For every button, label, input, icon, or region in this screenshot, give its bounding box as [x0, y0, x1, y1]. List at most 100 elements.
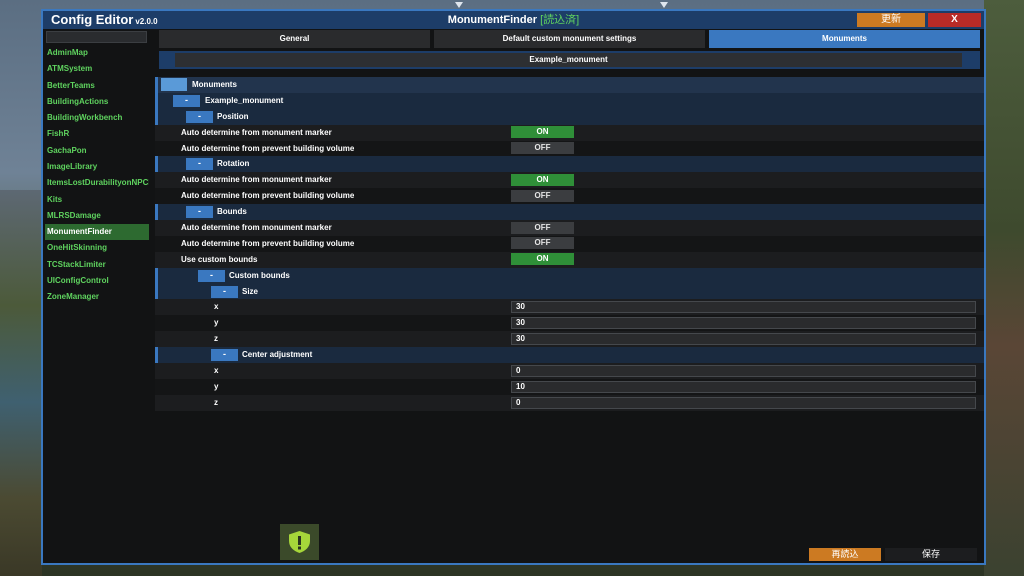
section-indicator: [155, 204, 158, 221]
section-rotation: - Rotation: [155, 156, 984, 173]
sidebar-item-tcstacklimiter[interactable]: TCStackLimiter: [45, 257, 149, 273]
sidebar-item-gachapon[interactable]: GachaPon: [45, 143, 149, 159]
section-size: - Size: [155, 283, 984, 300]
collapse-toggle[interactable]: [161, 78, 187, 91]
tab-general[interactable]: General: [159, 30, 430, 48]
compass-marker-icon: [455, 2, 463, 8]
section-label: Size: [242, 286, 259, 296]
field-row: Auto determine from prevent building vol…: [155, 140, 984, 157]
sidebar-item-mlrsdamage[interactable]: MLRSDamage: [45, 208, 149, 224]
field-label: Auto determine from monument marker: [181, 223, 332, 233]
plugin-sidebar: AdminMap ATMSystem BetterTeams BuildingActi…: [45, 30, 149, 560]
update-button[interactable]: 更新: [857, 13, 925, 27]
section-indicator: [155, 283, 158, 300]
background-terrain-left: [0, 190, 42, 576]
field-label: z: [214, 397, 218, 407]
section-indicator: [155, 156, 158, 173]
section-example-monument: - Example_monument: [155, 92, 984, 109]
field-row: Auto determine from monument marker ON: [155, 124, 984, 141]
reload-button[interactable]: 再読込: [809, 548, 881, 561]
field-row: Auto determine from monument marker OFF: [155, 220, 984, 236]
center-y-input[interactable]: 10: [511, 380, 976, 393]
toggle-switch[interactable]: ON: [511, 173, 574, 186]
collapse-toggle[interactable]: -: [211, 349, 238, 362]
section-monuments: Monuments: [155, 77, 984, 93]
section-indicator: [155, 347, 158, 364]
collapse-toggle[interactable]: -: [211, 285, 238, 298]
center-z-input[interactable]: 0: [511, 396, 976, 409]
section-label: Bounds: [217, 207, 247, 217]
size-y-input[interactable]: 30: [511, 317, 976, 330]
field-row: y 10: [155, 378, 984, 395]
title-bar: Config Editor v2.0.0 MonumentFinder [読込済]…: [43, 11, 984, 29]
collapse-toggle[interactable]: -: [186, 110, 213, 123]
field-row: Use custom bounds ON: [155, 251, 984, 268]
toggle-switch[interactable]: OFF: [511, 237, 574, 250]
sidebar-item-betterteams[interactable]: BetterTeams: [45, 78, 149, 94]
config-editor-window: Config Editor v2.0.0 MonumentFinder [読込済]…: [41, 9, 986, 565]
field-row: x 0: [155, 363, 984, 379]
section-bounds: - Bounds: [155, 204, 984, 221]
section-label: Custom bounds: [229, 270, 290, 280]
notice-badge[interactable]: [280, 524, 319, 560]
collapse-toggle[interactable]: -: [186, 158, 213, 171]
collapse-toggle[interactable]: -: [198, 269, 225, 282]
sidebar-item-monumentfinder[interactable]: MonumentFinder: [45, 224, 149, 241]
tab-monuments[interactable]: Monuments: [709, 30, 980, 48]
toggle-switch[interactable]: ON: [511, 253, 574, 266]
monument-subtab-bar: Example_monument: [159, 51, 980, 69]
plugin-title: MonumentFinder [読込済]: [43, 13, 984, 27]
compass-marker-icon: [660, 2, 668, 8]
collapse-toggle[interactable]: -: [186, 206, 213, 219]
toggle-switch[interactable]: OFF: [511, 221, 574, 234]
section-indicator: [155, 92, 158, 109]
field-label: Auto determine from prevent building vol…: [181, 143, 355, 153]
field-row: y 30: [155, 315, 984, 332]
tab-bar: General Default custom monument settings…: [159, 30, 980, 48]
section-label: Center adjustment: [242, 350, 313, 360]
center-x-input[interactable]: 0: [511, 365, 976, 378]
sidebar-item-itemslostdurabilityonnpch[interactable]: ItemsLostDurabilityonNPCH: [45, 175, 149, 191]
section-label: Position: [217, 111, 249, 121]
tab-default-custom-monument-settings[interactable]: Default custom monument settings: [434, 30, 705, 48]
section-indicator: [155, 77, 158, 93]
section-center-adjustment: - Center adjustment: [155, 347, 984, 364]
background-terrain-right: [984, 0, 1024, 576]
field-row: x 30: [155, 299, 984, 316]
sidebar-item-atmsystem[interactable]: ATMSystem: [45, 61, 149, 77]
size-x-input[interactable]: 30: [511, 301, 976, 314]
field-row: Auto determine from prevent building vol…: [155, 188, 984, 205]
plugin-name: MonumentFinder: [447, 14, 538, 26]
close-button[interactable]: X: [928, 13, 981, 27]
sidebar-item-adminmap[interactable]: AdminMap: [45, 45, 149, 61]
sidebar-item-zonemanager[interactable]: ZoneManager: [45, 289, 149, 305]
size-z-input[interactable]: 30: [511, 333, 976, 346]
section-position: - Position: [155, 108, 984, 125]
sidebar-item-imagelibrary[interactable]: ImageLibrary: [45, 159, 149, 175]
sidebar-item-buildingactions[interactable]: BuildingActions: [45, 94, 149, 110]
sidebar-item-buildingworkbench[interactable]: BuildingWorkbench: [45, 110, 149, 126]
shield-alert-icon: [289, 531, 310, 553]
config-tree: Monuments - Example_monument - Position …: [155, 77, 984, 411]
subtab-example-monument[interactable]: Example_monument: [175, 53, 962, 67]
plugin-search-input[interactable]: [46, 31, 147, 43]
sidebar-item-fishr[interactable]: FishR: [45, 126, 149, 142]
toggle-switch[interactable]: ON: [511, 126, 574, 139]
save-button[interactable]: 保存: [885, 548, 977, 561]
field-label: x: [214, 302, 219, 312]
sidebar-item-uiconfigcontrol[interactable]: UIConfigControl: [45, 273, 149, 289]
field-label: Auto determine from prevent building vol…: [181, 191, 355, 201]
sidebar-item-onehitskinning[interactable]: OneHitSkinning: [45, 240, 149, 256]
field-row: Auto determine from monument marker ON: [155, 172, 984, 189]
section-label: Monuments: [192, 80, 237, 89]
field-label: Auto determine from monument marker: [181, 175, 332, 185]
toggle-switch[interactable]: OFF: [511, 142, 574, 155]
field-label: Auto determine from monument marker: [181, 127, 332, 137]
section-label: Example_monument: [205, 95, 284, 105]
sidebar-item-kits[interactable]: Kits: [45, 192, 149, 208]
field-label: y: [214, 381, 219, 391]
collapse-toggle[interactable]: -: [173, 94, 200, 107]
plugin-list: AdminMap ATMSystem BetterTeams BuildingActi…: [45, 45, 149, 306]
toggle-switch[interactable]: OFF: [511, 189, 574, 202]
field-label: Auto determine from prevent building vol…: [181, 238, 355, 248]
